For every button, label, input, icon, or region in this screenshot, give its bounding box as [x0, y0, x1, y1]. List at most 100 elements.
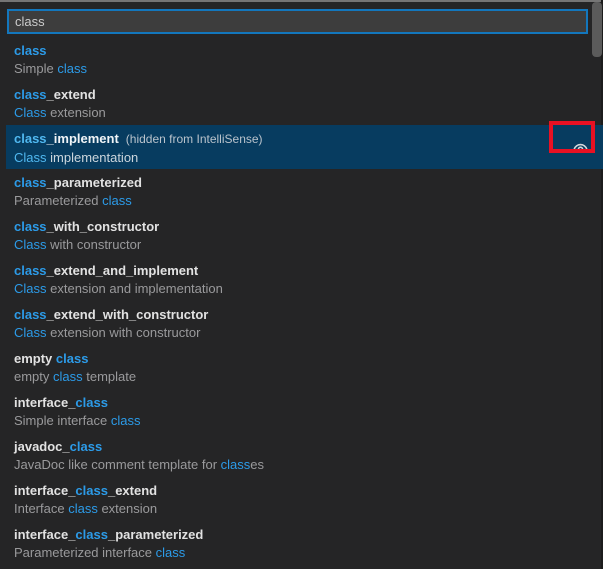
text-segment: _extend_with_constructor — [46, 307, 209, 322]
item-description: Parameterized interface class — [14, 544, 603, 562]
list-item-interface_class[interactable]: interface_class Simple interface class — [6, 389, 603, 433]
text-segment: extension — [97, 501, 158, 516]
match-highlight: class — [75, 527, 108, 542]
text-segment: es — [250, 457, 264, 472]
item-description: Interface class extension — [14, 500, 603, 518]
match-highlight: class — [14, 175, 47, 190]
item-label: javadoc_class — [14, 437, 603, 456]
text-segment: empty — [14, 369, 54, 384]
match-highlight: class — [14, 263, 47, 278]
item-description: JavaDoc like comment template for classe… — [14, 456, 603, 474]
text-segment: Simple — [14, 61, 58, 76]
match-highlight: class — [14, 131, 47, 146]
list-item-javadoc_class[interactable]: javadoc_class JavaDoc like comment templ… — [6, 433, 603, 477]
text-segment: interface_ — [14, 527, 76, 542]
item-description: empty class template — [14, 368, 603, 386]
item-label-parts: class_parameterized — [14, 175, 142, 190]
item-label-parts: class_implement — [14, 131, 119, 146]
match-highlight: class — [57, 61, 87, 76]
match-highlight: class — [14, 307, 47, 322]
item-label-parts: class_extend — [14, 87, 96, 102]
text-segment: with constructor — [46, 237, 142, 252]
match-highlight: Class — [14, 150, 47, 165]
list-item-class_extend[interactable]: class_extend Class extension — [6, 81, 603, 125]
item-label: class_extend_and_implement — [14, 261, 603, 280]
text-segment: JavaDoc like comment template for — [14, 457, 221, 472]
item-label: interface_class_extend — [14, 481, 603, 500]
item-description: Parameterized class — [14, 192, 603, 210]
match-highlight: class — [69, 439, 103, 454]
match-highlight: class — [220, 457, 251, 472]
text-segment: javadoc_ — [14, 439, 70, 454]
item-label-parts: class_with_constructor — [14, 219, 159, 234]
list-item-empty_class[interactable]: empty class empty class template — [6, 345, 603, 389]
text-segment: Parameterized interface — [14, 545, 156, 560]
item-description: Class extension and implementation — [14, 280, 603, 298]
item-description: Simple class — [14, 60, 603, 78]
text-segment: _parameterized — [107, 527, 204, 542]
item-label-parts: interface_class_parameterized — [14, 527, 203, 542]
text-segment: Simple interface — [14, 413, 111, 428]
text-segment: _with_constructor — [46, 219, 160, 234]
list-item-class_implement[interactable]: class_implement (hidden from IntelliSense… — [6, 125, 603, 169]
item-label-parts: empty class — [14, 351, 88, 366]
text-segment: _extend — [107, 483, 158, 498]
match-highlight: class — [102, 193, 132, 208]
item-label-parts: class_extend_with_constructor — [14, 307, 208, 322]
item-label: class_extend — [14, 85, 603, 104]
item-label: empty class — [14, 349, 603, 368]
text-segment: _parameterized — [46, 175, 142, 190]
match-highlight: class — [14, 87, 47, 102]
match-highlight: class — [110, 413, 141, 428]
scrollbar-thumb[interactable] — [592, 2, 602, 57]
match-highlight: Class — [14, 105, 47, 120]
match-highlight: Class — [14, 237, 47, 252]
item-label: class — [14, 41, 603, 60]
match-highlight: class — [75, 395, 108, 410]
text-segment: extension with constructor — [46, 325, 201, 340]
quickpick-filter-input[interactable] — [7, 9, 588, 34]
match-highlight: class — [14, 43, 47, 58]
text-segment: Interface — [14, 501, 69, 516]
item-label: class_parameterized — [14, 173, 603, 192]
item-label: class_with_constructor — [14, 217, 603, 236]
item-label-parts: javadoc_class — [14, 439, 102, 454]
hidden-from-intellisense-note: (hidden from IntelliSense) — [125, 132, 263, 146]
match-highlight: class — [155, 545, 186, 560]
list-item-class_with_constructor[interactable]: class_with_constructor Class with constr… — [6, 213, 603, 257]
text-segment: empty — [14, 351, 56, 366]
item-description: Class implementation — [14, 149, 603, 167]
text-segment: _implement — [46, 131, 119, 146]
item-label-parts: class — [14, 43, 47, 58]
match-highlight: class — [55, 351, 89, 366]
item-description: Simple interface class — [14, 412, 603, 430]
list-item-class[interactable]: class Simple class — [6, 37, 603, 81]
text-segment: _extend — [46, 87, 96, 102]
item-description: Class with constructor — [14, 236, 603, 254]
item-label-parts: interface_class_extend — [14, 483, 157, 498]
list-item-class_parameterized[interactable]: class_parameterized Parameterized class — [6, 169, 603, 213]
match-highlight: class — [14, 219, 47, 234]
match-highlight: Class — [14, 325, 47, 340]
item-description: Class extension with constructor — [14, 324, 603, 342]
list-item-interface_class_parameterized[interactable]: interface_class_parameterized Parameteri… — [6, 521, 603, 565]
match-highlight: class — [68, 501, 98, 516]
item-label-parts: interface_class — [14, 395, 108, 410]
list-item-class_extend_with_constructor[interactable]: class_extend_with_constructor Class exte… — [6, 301, 603, 345]
list-item-interface_class_extend[interactable]: interface_class_extend Interface class e… — [6, 477, 603, 521]
item-label: class_implement (hidden from IntelliSense… — [14, 129, 603, 149]
text-segment: interface_ — [14, 395, 76, 410]
toggle-visibility-button[interactable] — [570, 138, 590, 156]
match-highlight: class — [75, 483, 108, 498]
item-label: class_extend_with_constructor — [14, 305, 603, 324]
list-item-class_extend_and_implement[interactable]: class_extend_and_implement Class extensi… — [6, 257, 603, 301]
text-segment: Parameterized — [14, 193, 103, 208]
item-description: Class extension — [14, 104, 603, 122]
item-label: interface_class — [14, 393, 603, 412]
widget-top-border — [0, 0, 603, 2]
item-label: interface_class_parameterized — [14, 525, 603, 544]
text-segment: extension and implementation — [46, 281, 223, 296]
text-segment: extension — [46, 105, 106, 120]
match-highlight: Class — [14, 281, 47, 296]
item-label-parts: class_extend_and_implement — [14, 263, 198, 278]
